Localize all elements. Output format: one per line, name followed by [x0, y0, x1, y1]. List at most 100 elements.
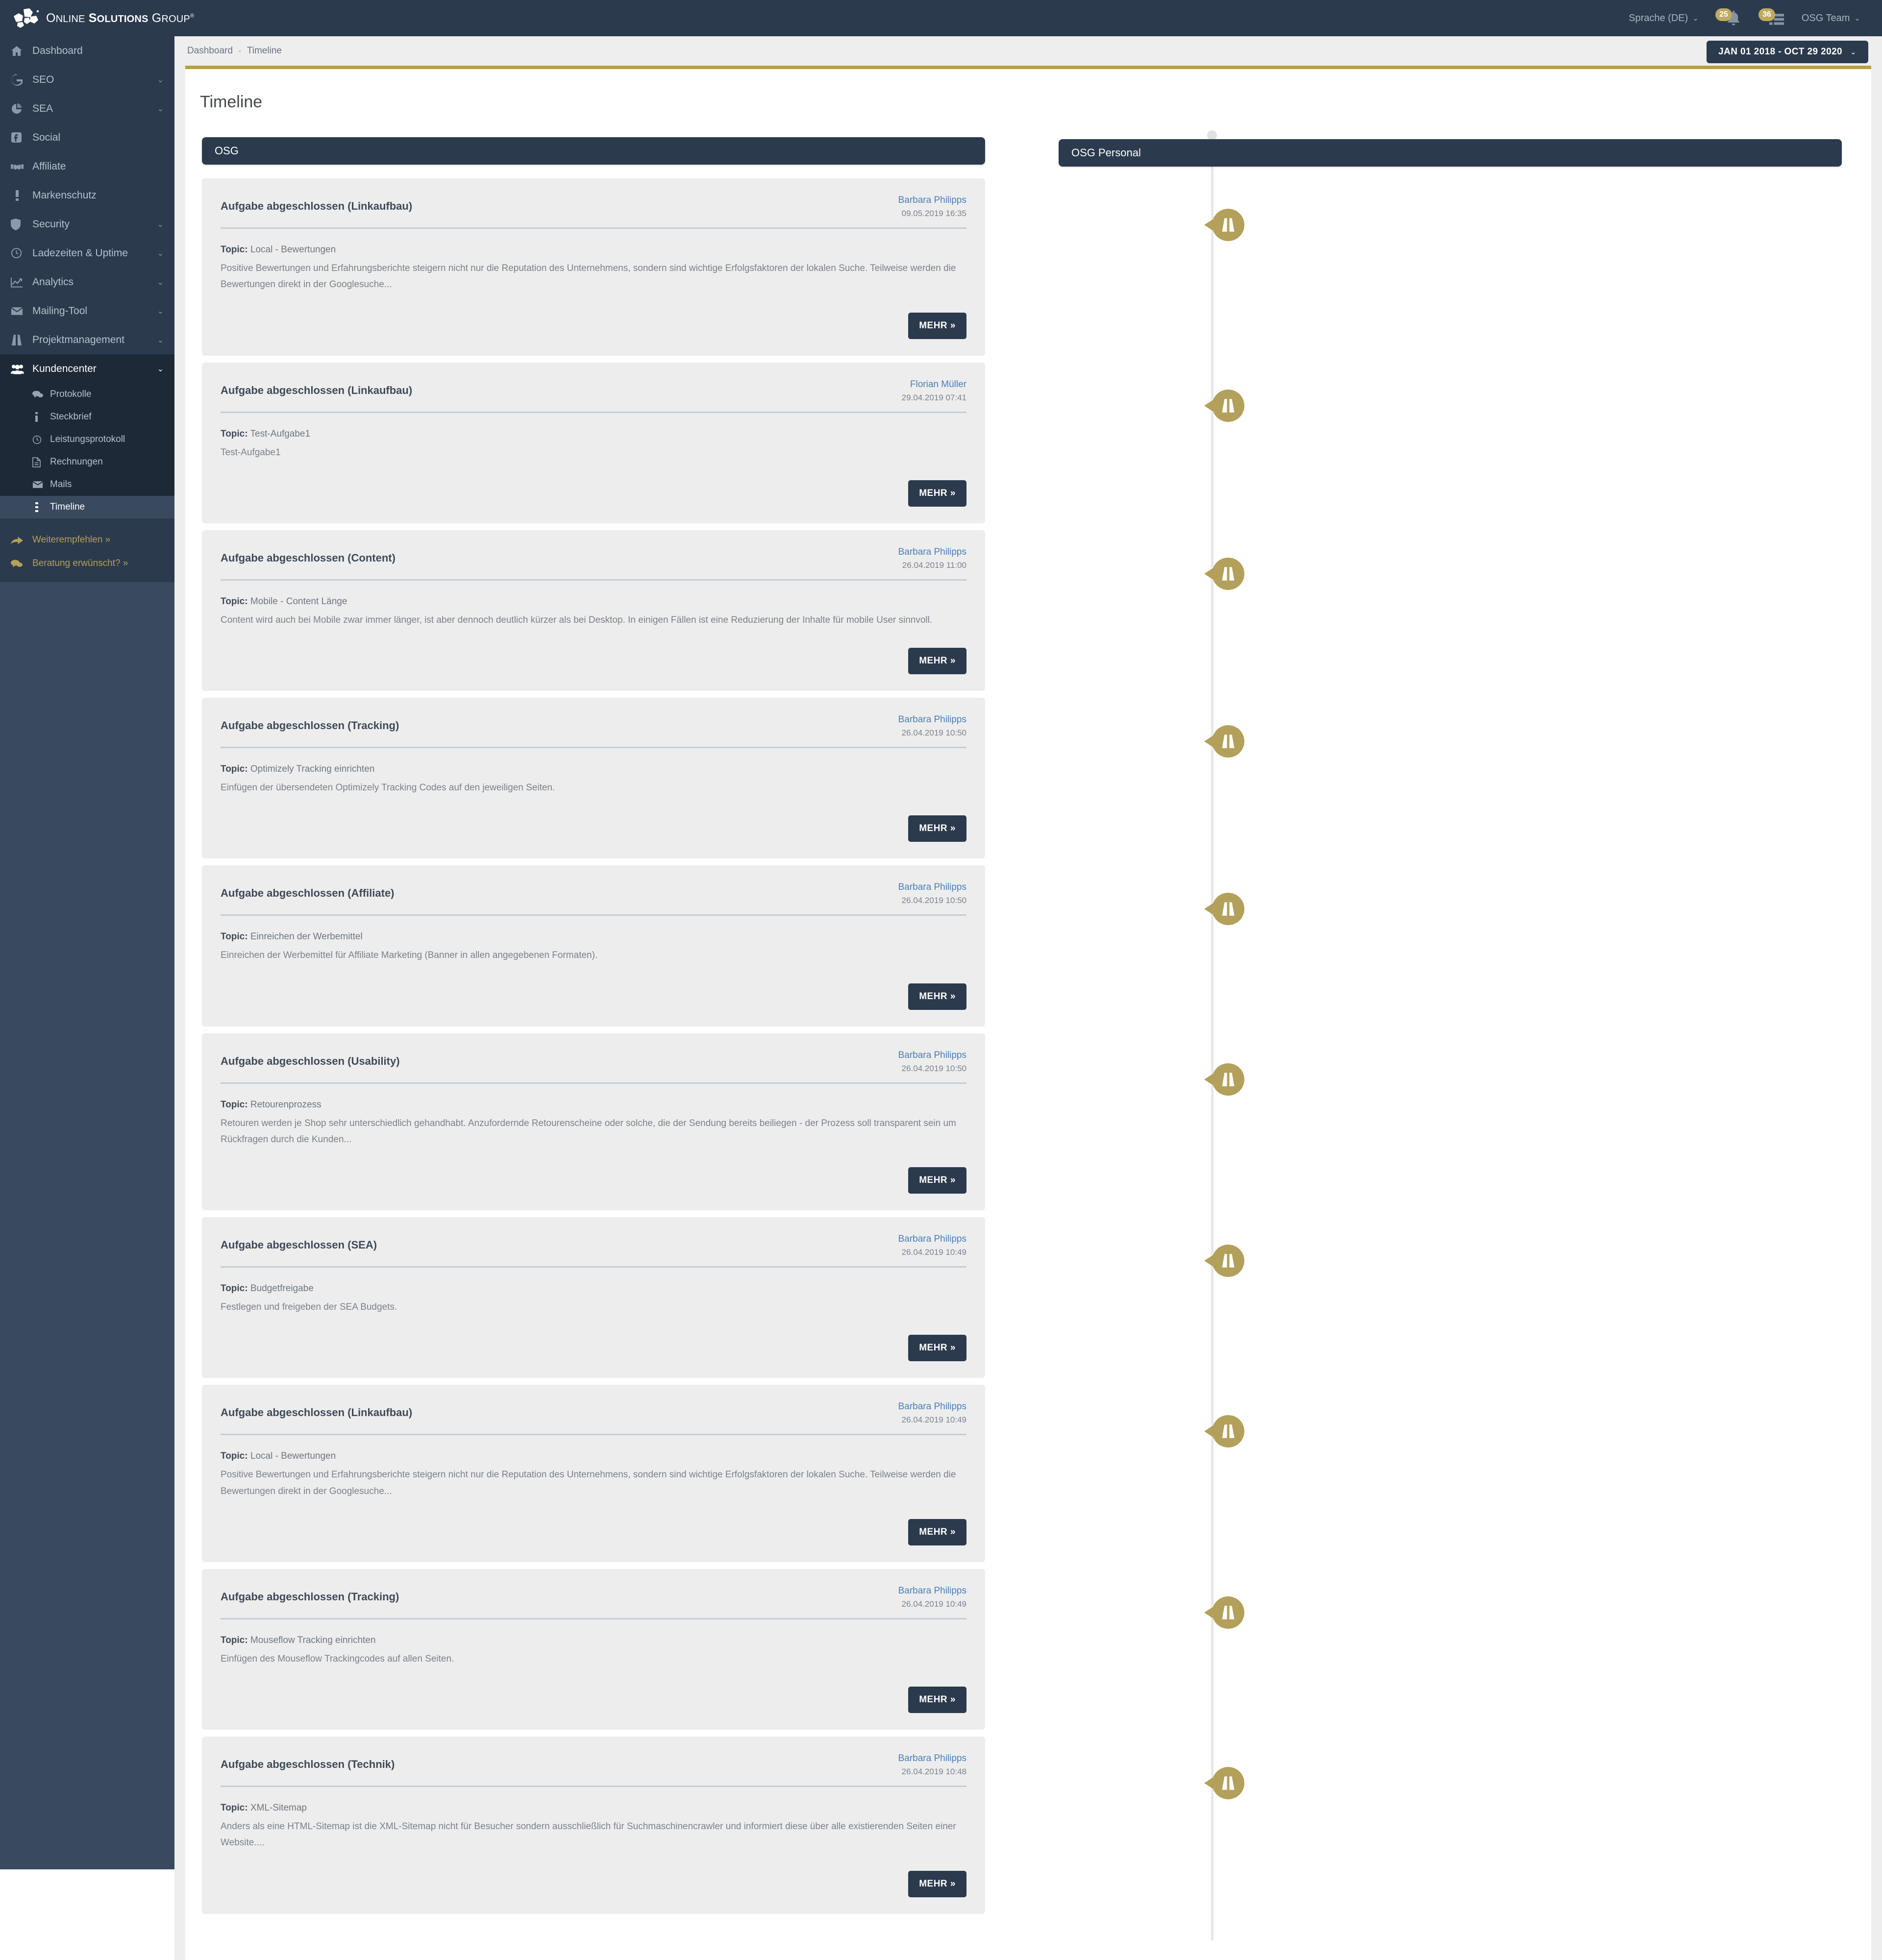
more-button[interactable]: MEHR » — [908, 815, 966, 842]
timeline-card-author[interactable]: Barbara Philipps — [898, 1401, 966, 1412]
sidebar-item-mailing-tool[interactable]: Mailing-Tool ⌄ — [0, 296, 174, 325]
timeline-card-author[interactable]: Barbara Philipps — [898, 882, 966, 893]
timeline-card-header: Aufgabe abgeschlossen (Affiliate) Barbara… — [221, 877, 966, 906]
timeline-card-body: Festlegen und freigeben der SEA Budgets. — [221, 1302, 397, 1312]
sidebar-label: Social — [32, 131, 61, 143]
breadcrumb-current[interactable]: Timeline — [247, 46, 282, 56]
sidebar-item-markenschutz[interactable]: Markenschutz — [0, 181, 174, 210]
clock-icon — [11, 247, 32, 259]
timeline-card-body: Positive Bewertungen und Erfahrungsberic… — [221, 1470, 956, 1496]
more-button[interactable]: MEHR » — [908, 312, 966, 339]
timeline-row: Aufgabe abgeschlossen (Content) Barbara P… — [202, 530, 1855, 691]
timeline-card-meta: Barbara Philipps 26.04.2019 10:50 — [898, 1050, 966, 1074]
timeline-card-date: 09.05.2019 16:35 — [901, 209, 966, 218]
more-button[interactable]: MEHR » — [908, 480, 966, 507]
language-label: Sprache (DE) — [1629, 12, 1688, 24]
sidebar-sublabel: Rechnungen — [50, 457, 103, 467]
sidebar-item-mails[interactable]: Mails — [0, 473, 174, 496]
more-button[interactable]: MEHR » — [908, 1167, 966, 1194]
timeline-marker[interactable] — [1204, 1596, 1244, 1629]
timeline-card-author[interactable]: Barbara Philipps — [898, 1586, 966, 1596]
sidebar-item-steckbrief[interactable]: Steckbrief — [0, 406, 174, 428]
sidebar-item-analytics[interactable]: Analytics ⌄ — [0, 268, 174, 296]
sidebar-item-kundencenter[interactable]: Kundencenter ⌄ — [0, 354, 174, 383]
envelope-icon — [11, 307, 32, 316]
sidebar-item-weiterempfehlen[interactable]: Weiterempfehlen » — [0, 528, 174, 552]
timeline-card-author[interactable]: Barbara Philipps — [898, 195, 966, 206]
timeline-card-author[interactable]: Barbara Philipps — [898, 547, 966, 558]
timeline-card-meta: Barbara Philipps 09.05.2019 16:35 — [898, 195, 966, 219]
timeline-marker[interactable] — [1204, 1244, 1244, 1277]
timeline-card-author[interactable]: Barbara Philipps — [898, 714, 966, 725]
more-button[interactable]: MEHR » — [908, 1519, 966, 1545]
breadcrumb: Dashboard • Timeline — [174, 36, 1882, 66]
sidebar-item-sea[interactable]: SEA ⌄ — [0, 94, 174, 123]
sidebar-item-timeline[interactable]: Timeline — [0, 496, 174, 518]
more-button[interactable]: MEHR » — [908, 1335, 966, 1362]
timeline-event-list: Aufgabe abgeschlossen (Linkaufbau) Barbar… — [185, 178, 1871, 1914]
timeline-card-topic: Topic: Mouseflow Tracking einrichten — [221, 1635, 966, 1646]
breadcrumb-root[interactable]: Dashboard — [187, 46, 233, 56]
sidebar-item-social[interactable]: Social — [0, 123, 174, 152]
timeline-card-title: Aufgabe abgeschlossen (Linkaufbau) — [221, 200, 413, 212]
timeline-marker[interactable] — [1204, 1415, 1244, 1447]
breadcrumb-separator-icon: • — [238, 47, 241, 55]
timeline-marker[interactable] — [1204, 1766, 1244, 1799]
sidebar-item-affiliate[interactable]: Affiliate — [0, 152, 174, 181]
timeline-card-title: Aufgabe abgeschlossen (Tracking) — [221, 719, 399, 732]
account-menu[interactable]: OSG Team ⌄ — [1802, 13, 1860, 24]
timeline-marker[interactable] — [1204, 208, 1244, 241]
sidebar-item-seo[interactable]: SEO ⌄ — [0, 65, 174, 94]
timeline-marker[interactable] — [1204, 1063, 1244, 1096]
sidebar-item-rechnungen[interactable]: Rechnungen — [0, 451, 174, 473]
sidebar-item-security[interactable]: Security ⌄ — [0, 210, 174, 239]
timeline-marker[interactable] — [1204, 390, 1244, 422]
timeline-card-title: Aufgabe abgeschlossen (Linkaufbau) — [221, 1406, 413, 1419]
pie-chart-icon — [11, 103, 32, 115]
timeline-card-topic: Topic: Test-Aufgabe1 — [221, 429, 966, 440]
tasks-button[interactable]: 36 — [1758, 7, 1785, 29]
timeline-row: Aufgabe abgeschlossen (SEA) Barbara Phili… — [202, 1217, 1855, 1378]
timeline-card-actions: MEHR » — [221, 815, 966, 842]
timeline-card-body: Test-Aufgabe1 — [221, 447, 281, 458]
timeline-card-title: Aufgabe abgeschlossen (Technik) — [221, 1758, 395, 1770]
sidebar-sublabel: Mails — [50, 479, 72, 490]
timeline-event-card: Aufgabe abgeschlossen (Linkaufbau) Floria… — [202, 362, 985, 523]
timeline-card-date: 26.04.2019 10:50 — [901, 728, 966, 737]
notifications-button[interactable]: 25 — [1715, 7, 1742, 29]
content-sheet: JAN 01 2018 - OCT 29 2020 ⌄ Timeline OSG… — [185, 41, 1871, 1960]
chevron-down-icon: ⌄ — [157, 307, 164, 316]
timeline-card-topic: Topic: Retourenprozess — [221, 1100, 966, 1110]
timeline-marker[interactable] — [1204, 725, 1244, 758]
date-range-picker[interactable]: JAN 01 2018 - OCT 29 2020 ⌄ — [1707, 41, 1868, 63]
timeline-card-header: Aufgabe abgeschlossen (Linkaufbau) Barbar… — [221, 190, 966, 219]
brand-logo-block[interactable]: ONLINE SOLUTIONS GROUP® — [0, 0, 194, 36]
timeline-card-divider — [221, 747, 966, 748]
timeline-card-topic: Topic: Local - Bewertungen — [221, 1451, 966, 1462]
language-selector[interactable]: Sprache (DE) ⌄ — [1629, 13, 1699, 24]
timeline-card-author[interactable]: Barbara Philipps — [898, 1050, 966, 1061]
sidebar-item-ladezeiten-uptime[interactable]: Ladezeiten & Uptime ⌄ — [0, 239, 174, 268]
timeline-card-topic-label: Topic: — [221, 596, 248, 607]
timeline-card-actions: MEHR » — [221, 1870, 966, 1897]
timeline-card-author[interactable]: Barbara Philipps — [898, 1753, 966, 1764]
more-button[interactable]: MEHR » — [908, 1687, 966, 1713]
more-button[interactable]: MEHR » — [908, 1870, 966, 1897]
sidebar-item-protokolle[interactable]: Protokolle — [0, 383, 174, 406]
timeline-card-topic-label: Topic: — [221, 1283, 248, 1294]
sidebar-item-beratung[interactable]: Beratung erwünscht? » — [0, 552, 174, 575]
sidebar-item-leistungsprotokoll[interactable]: Leistungsprotokoll — [0, 428, 174, 451]
timeline-card-author[interactable]: Florian Müller — [902, 379, 966, 390]
chevron-down-icon: ⌄ — [1692, 14, 1699, 23]
timeline-card-date: 26.04.2019 10:49 — [901, 1415, 966, 1425]
timeline-card-author[interactable]: Barbara Philipps — [898, 1234, 966, 1245]
sidebar-item-projektmanagement[interactable]: Projektmanagement ⌄ — [0, 325, 174, 354]
timeline-card-divider — [221, 1266, 966, 1268]
timeline-marker[interactable] — [1204, 557, 1244, 590]
timeline-marker[interactable] — [1204, 893, 1244, 925]
timeline-card-topic: Topic: Local - Bewertungen — [221, 245, 966, 255]
more-button[interactable]: MEHR » — [908, 648, 966, 674]
sidebar-item-dashboard[interactable]: Dashboard — [0, 36, 174, 65]
more-button[interactable]: MEHR » — [908, 983, 966, 1010]
timeline-column-osg: OSG — [202, 137, 985, 165]
